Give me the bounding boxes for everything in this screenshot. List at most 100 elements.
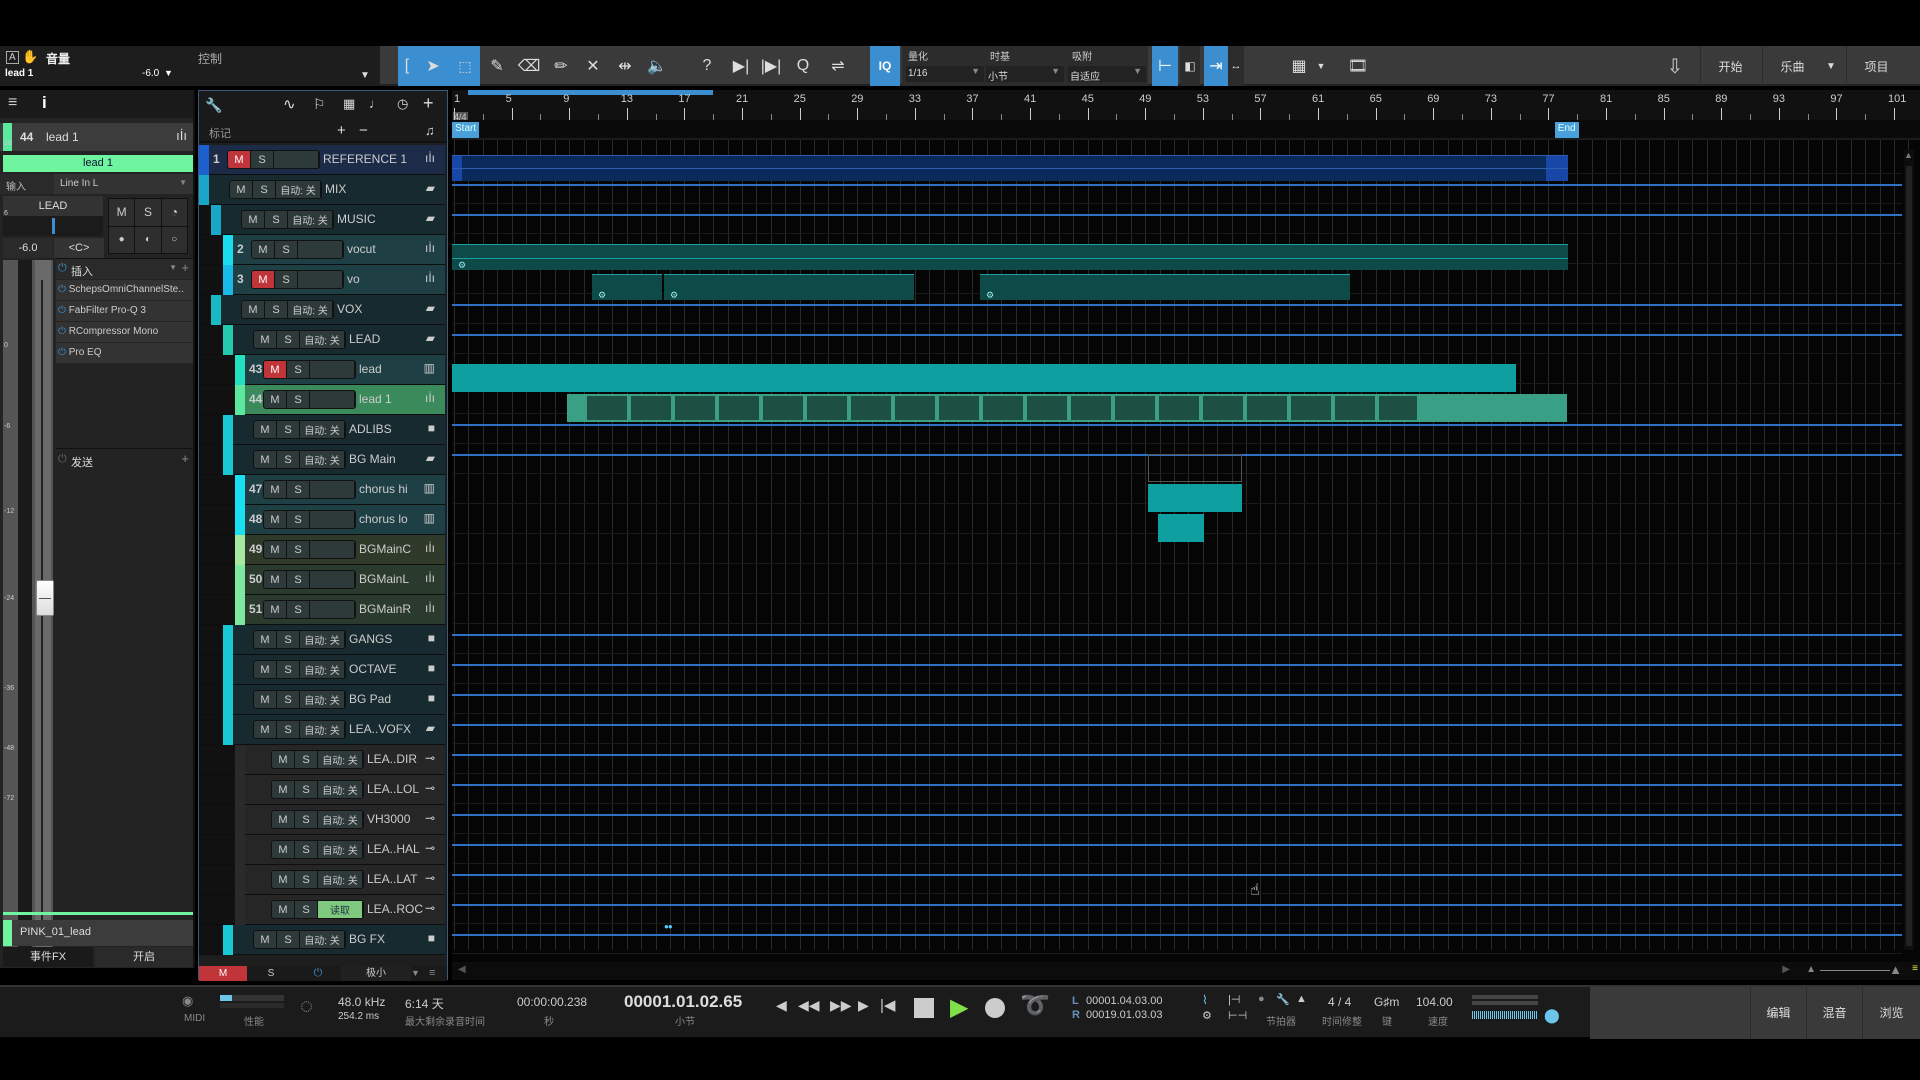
track-name[interactable]: LEA..VOFX [349,722,425,736]
mute-button[interactable]: M [264,571,287,588]
track-color-bar[interactable] [235,835,245,865]
track-color-bar[interactable] [235,355,245,385]
solo-button[interactable]: S [295,781,318,798]
automation-line[interactable] [452,424,1902,426]
solo-button[interactable]: S [277,931,300,948]
automation-icon[interactable]: ∿ [283,95,296,113]
event-name-row[interactable]: PINK_01_lead [3,920,193,946]
solo-button[interactable]: S [277,451,300,468]
solo-button[interactable]: S [135,199,161,226]
vertical-scrollbar[interactable]: ▲ [1904,150,1914,950]
solo-button[interactable]: S [287,361,310,378]
monitor-icon[interactable]: ◔ [161,199,187,226]
next-marker-icon[interactable]: ▶ [858,997,869,1014]
remove-marker-button[interactable]: − [359,122,368,139]
folder-open-icon[interactable]: ▰ [426,211,435,225]
chorus-lo-clip[interactable] [1158,514,1204,542]
mute-button[interactable]: M [254,451,277,468]
output-bus[interactable]: LEAD [3,196,103,216]
horizontal-scrollbar[interactable]: ◀ ▶ ▲ ▲ ≡ [452,962,1920,980]
automation-mode-button[interactable]: 自动: 关 [300,331,345,348]
waveform-icon[interactable]: ıİı [425,391,435,405]
automation-mode-button[interactable]: 自动: 关 [300,721,345,738]
previous-marker-icon[interactable]: ◀ [776,997,787,1014]
folder-open-icon[interactable]: ▰ [426,181,435,195]
track-name[interactable]: BG Pad [349,692,425,706]
automation-point[interactable]: ●● [664,922,678,931]
track-row[interactable]: M S 自动: 关 ADLIBS ■ [199,415,445,445]
vo-audio-clip[interactable]: ⚙ [592,274,662,300]
track-row[interactable]: M S 自动: 关 BG Main ▰ [199,445,445,475]
browse-view-button[interactable]: 浏览 [1862,987,1920,1039]
automation-mode-button[interactable]: 自动: 关 [300,691,345,708]
snap-cursor-icon[interactable]: ⇥ [1204,46,1228,86]
gear-icon[interactable]: ⚙ [458,260,466,271]
automation-mode-button[interactable] [310,511,355,528]
rewind-icon[interactable]: ◀◀ [798,997,820,1014]
project-button[interactable]: 项目 [1846,46,1906,86]
fx-channel-icon[interactable]: ⊸ [425,901,435,915]
track-color-bar[interactable] [235,475,245,505]
track-color-bar[interactable] [223,445,233,475]
waveform-icon[interactable]: ıİı [425,151,435,165]
note-icon[interactable]: ♫ [425,123,435,138]
video-icon[interactable]: 🎞 [1346,46,1370,86]
track-color-bar[interactable] [211,295,221,325]
timeline-ruler[interactable]: 4/4 1 5 9 13 17 21 25 29 33 37 41 45 49 53 57 61 65 69 73 7… [452,90,1920,122]
track-color-bar[interactable] [199,145,209,175]
mute-button[interactable]: M [272,781,295,798]
volume-fader-handle[interactable] [36,580,54,616]
track-name[interactable]: chorus lo [359,512,425,526]
track-name[interactable]: BGMainL [359,572,425,586]
mute-button[interactable]: M [264,541,287,558]
automation-mode-button[interactable] [298,241,343,258]
enable-button[interactable]: 开启 [95,947,193,967]
fx-channel-icon[interactable]: ⊸ [425,751,435,765]
track-color-bar[interactable] [223,625,233,655]
mute-button[interactable]: M [254,421,277,438]
mute-button[interactable]: M [254,631,277,648]
solo-button[interactable]: S [295,901,318,918]
track-row[interactable]: 44 M Slead 1 ıİı [199,385,445,415]
snap-to-grid-icon[interactable]: ⊢ [1152,46,1178,86]
vocut-audio-clip[interactable]: ⚙ [452,244,1568,270]
track-row[interactable]: 2 M Svocut ıİı [199,235,445,265]
track-name[interactable]: BGMainR [359,602,425,616]
waveform-icon[interactable]: ıİı [425,241,435,255]
volume-dropdown-icon[interactable]: ▼ [164,68,173,78]
solo-button[interactable]: S [295,871,318,888]
folder-icon[interactable]: ■ [428,931,435,945]
split-tool-icon[interactable]: ✎ [482,46,512,86]
automation-mode-button[interactable] [310,391,355,408]
automation-mode-button[interactable]: 自动: 关 [300,421,345,438]
solo-button[interactable]: S [277,691,300,708]
punch-range-icon[interactable]: ⊢⊣ [1228,1009,1247,1022]
pan-slider[interactable] [3,216,103,236]
folder-icon[interactable]: ■ [428,691,435,705]
mute-button[interactable]: M [242,211,265,228]
control-dropdown-icon[interactable]: ▼ [360,70,370,81]
track-row[interactable]: M S 自动: 关 OCTAVE ■ [199,655,445,685]
folder-icon[interactable]: ■ [428,421,435,435]
mute-button[interactable]: M [228,151,251,168]
automation-line[interactable] [452,784,1902,786]
ripple-icon[interactable]: ↔ [1228,46,1244,86]
automation-line[interactable] [452,874,1902,876]
automation-mode-button[interactable]: 自动: 关 [318,811,363,828]
insert-slot[interactable]: ⏻ Pro EQ [56,343,193,363]
timebase-select[interactable]: 小节 ▼ [986,66,1064,83]
start-marker[interactable]: Start [452,122,480,138]
mute-button[interactable]: M [254,721,277,738]
automation-line[interactable] [452,754,1902,756]
track-row[interactable]: 43 M Slead ▥ [199,355,445,385]
track-color-bar[interactable] [235,775,245,805]
scroll-right-icon[interactable]: ▶ [1782,964,1790,975]
track-color-bar[interactable] [211,205,221,235]
zoom-slider[interactable] [1820,970,1890,971]
track-color-bar[interactable] [223,325,233,355]
lead-instrument-clip[interactable] [452,364,1516,392]
chorus-hi-clip[interactable] [1148,484,1242,512]
global-mute-button[interactable]: M [199,966,247,981]
time-seconds[interactable]: 00:00:00.238 [517,995,587,1009]
folder-icon[interactable]: ■ [428,631,435,645]
